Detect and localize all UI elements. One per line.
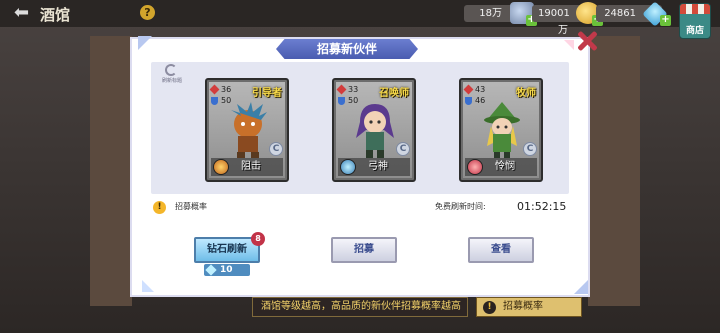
hero-class: 召唤师 <box>379 88 409 99</box>
resource-iron-value: 18万 <box>479 8 502 19</box>
resource-diamond: 24861 + <box>596 1 671 27</box>
resource-iron: 18万 + <box>464 2 537 26</box>
shop-button[interactable]: 商店 <box>679 3 711 39</box>
hero-skill: 怜悯 <box>465 158 537 176</box>
hero-portrait-icon <box>231 102 267 158</box>
recruit-button[interactable]: 招募 <box>331 237 397 263</box>
skill-icon <box>213 159 229 175</box>
attack-icon <box>336 84 347 95</box>
add-diamond-button[interactable]: + <box>660 15 671 26</box>
refresh-button[interactable]: 刷新标题 <box>157 64 187 86</box>
grade-badge: C <box>396 142 410 156</box>
help-icon[interactable]: ? <box>140 5 155 20</box>
hero-card-inner: 33 50 召唤师 C 弓神 <box>336 82 412 178</box>
back-arrow-icon[interactable]: ⬅ <box>14 4 36 22</box>
skill-name: 阻击 <box>241 161 261 172</box>
defense-icon <box>338 97 345 105</box>
page-title: 酒馆 <box>40 6 71 24</box>
shop-label: 商店 <box>685 26 704 36</box>
skill-name: 弓神 <box>368 161 388 172</box>
attack-icon <box>209 84 220 95</box>
recruit-rate-label: 招募概率 <box>175 202 207 211</box>
warning-icon: ! <box>483 301 496 314</box>
hero-skill: 弓神 <box>338 158 410 176</box>
hero-class: 牧师 <box>516 88 536 99</box>
footer-tip: 酒馆等级越高，高品质的新伙伴招募概率越高 <box>261 301 461 312</box>
diamond-icon <box>205 264 217 276</box>
hero-attack: 36 <box>221 85 232 94</box>
diamond-refresh-button[interactable]: 钻石刷新 <box>194 237 260 263</box>
hero-portrait-icon <box>356 104 394 158</box>
modal-corner-decoration <box>142 280 154 292</box>
defense-icon <box>211 97 218 105</box>
grade-badge: C <box>269 142 283 156</box>
info-icon[interactable]: ! <box>153 201 166 214</box>
skill-icon <box>340 159 356 175</box>
hero-attack: 33 <box>348 85 359 94</box>
modal-corner-decoration <box>574 280 588 294</box>
skill-icon <box>467 159 483 175</box>
refresh-cost-value: 10 <box>220 265 233 275</box>
top-bar: ⬅ 酒馆 ? 18万 + 19001万 + 24861 + <box>0 0 720 36</box>
modal-title: 招募新伙伴 <box>276 39 418 59</box>
refresh-cost: 10 <box>204 264 250 276</box>
free-refresh-timer: 01:52:15 <box>517 200 567 213</box>
hero-skill: 阻击 <box>211 158 283 176</box>
background-panel-right <box>588 36 640 306</box>
footer-tip-banner: 酒馆等级越高，高品质的新伙伴招募概率越高 <box>252 297 468 317</box>
attack-icon <box>463 84 474 95</box>
shop-awning-icon <box>680 4 710 14</box>
skill-name: 怜悯 <box>495 161 515 172</box>
grade-badge: C <box>523 142 537 156</box>
modal-corner-decoration <box>138 36 152 50</box>
recruit-rate-button[interactable]: ! 招募概率 <box>476 297 582 317</box>
hero-card-inner: 43 46 牧师 C 怜悯 <box>463 82 539 178</box>
refresh-hint: 刷新标题 <box>161 78 182 84</box>
close-icon[interactable] <box>576 31 598 51</box>
modal-corner-decoration <box>564 40 574 50</box>
background-panel-left <box>90 36 132 306</box>
recruit-rate-button-label: 招募概率 <box>503 301 543 312</box>
hero-card[interactable]: 43 46 牧师 C 怜悯 <box>459 78 543 182</box>
recruit-info-row: ! 招募概率 免费刷新时间: 01:52:15 <box>151 199 569 217</box>
view-button[interactable]: 查看 <box>468 237 534 263</box>
resource-diamond-value: 24861 <box>604 8 636 19</box>
refresh-count-badge: 8 <box>251 232 265 246</box>
hero-card[interactable]: 36 50 引导者 C 阻击 <box>205 78 289 182</box>
defense-icon <box>465 97 472 105</box>
hero-class: 引导者 <box>252 88 282 99</box>
hero-card[interactable]: 33 50 召唤师 C 弓神 <box>332 78 416 182</box>
hero-attack: 43 <box>475 85 486 94</box>
refresh-icon <box>165 64 177 76</box>
resource-gold: 19001万 + <box>532 2 603 36</box>
hero-card-inner: 36 50 引导者 C 阻击 <box>209 82 285 178</box>
free-refresh-label: 免费刷新时间: <box>435 202 486 211</box>
hero-portrait-icon <box>484 102 520 158</box>
